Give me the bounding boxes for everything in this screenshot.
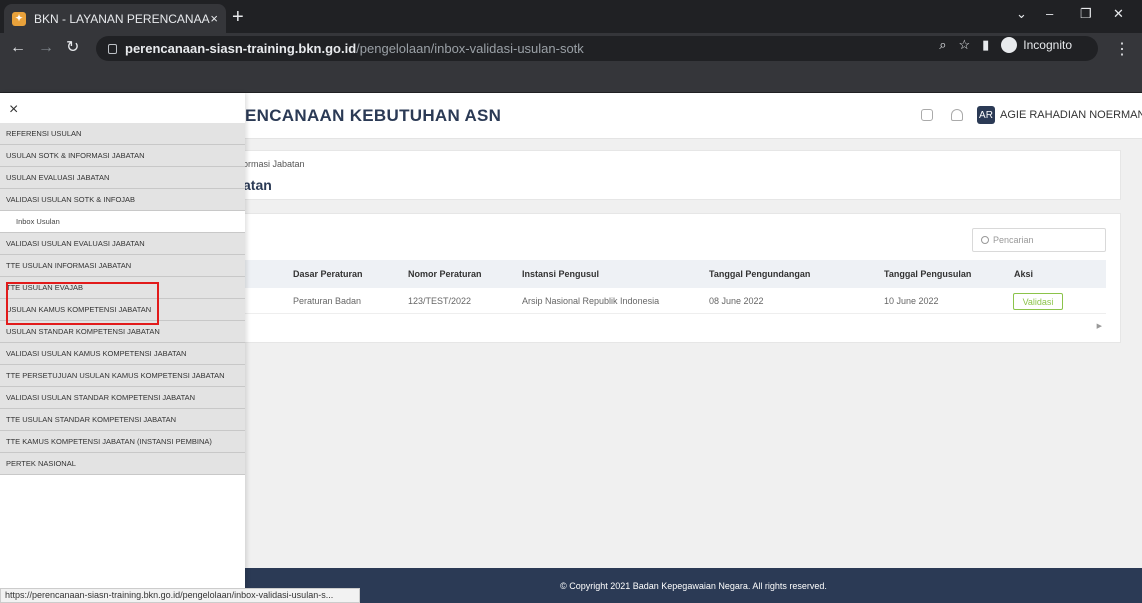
browser-tab-bar: ✦ BKN - LAYANAN PERENCANAAN × + ⌄ – ❐ ✕	[0, 0, 1142, 33]
sidebar-item-tte-standar[interactable]: TTE USULAN STANDAR KOMPETENSI JABATAN	[0, 409, 245, 431]
sidebar-item-tte-kamus-pembina[interactable]: TTE KAMUS KOMPETENSI JABATAN (INSTANSI P…	[0, 431, 245, 453]
validasi-button[interactable]: Validasi	[1013, 293, 1063, 310]
breadcrumb: ormasi Jabatan	[243, 159, 305, 169]
bookmarks-bar	[0, 63, 1142, 93]
incognito-icon	[1001, 37, 1018, 53]
forward-icon[interactable]: →	[38, 39, 54, 57]
browser-menu-icon[interactable]: ⋮	[1114, 39, 1130, 59]
sidebar-item-validasi-sotk[interactable]: VALIDASI USULAN SOTK & INFOJAB	[0, 189, 245, 211]
incognito-label: Incognito	[1023, 38, 1072, 52]
sidebar-item-usulan-evaluasi[interactable]: USULAN EVALUASI JABATAN	[0, 167, 245, 189]
avatar[interactable]: AR	[977, 106, 995, 124]
col-nomor-peraturan[interactable]: Nomor Peraturan	[408, 269, 482, 279]
sidebar-item-usulan-sotk[interactable]: USULAN SOTK & INFORMASI JABATAN	[0, 145, 245, 167]
browser-tab[interactable]: ✦ BKN - LAYANAN PERENCANAAN ×	[4, 4, 226, 33]
incognito-indicator[interactable]: Incognito	[1001, 37, 1072, 53]
col-instansi-pengusul[interactable]: Instansi Pengusul	[522, 269, 599, 279]
col-tanggal-pengundangan[interactable]: Tanggal Pengundangan	[709, 269, 810, 279]
col-tanggal-pengusulan[interactable]: Tanggal Pengusulan	[884, 269, 971, 279]
cell-instansi: Arsip Nasional Republik Indonesia	[522, 295, 660, 306]
tab-title: BKN - LAYANAN PERENCANAAN	[34, 11, 211, 26]
footer: © Copyright 2021 Badan Kepegawaian Negar…	[245, 568, 1142, 603]
tab-search-icon[interactable]: ⌄	[1016, 6, 1027, 22]
sidebar-item-tte-persetujuan-kamus[interactable]: TTE PERSETUJUAN USULAN KAMUS KOMPETENSI …	[0, 365, 245, 387]
table-header: Dasar Peraturan Nomor Peraturan Instansi…	[233, 260, 1106, 288]
bell-icon[interactable]	[951, 109, 963, 121]
sidepanel-icon[interactable]: ▮	[982, 37, 989, 53]
sidebar-item-tte-infojab[interactable]: TTE USULAN INFORMASI JABATAN	[0, 255, 245, 277]
cell-tgl-pengundangan: 08 June 2022	[709, 295, 764, 306]
search-placeholder: Pencarian	[993, 235, 1034, 245]
table-card: Pencarian Dasar Peraturan Nomor Peratura…	[232, 213, 1121, 343]
cell-tgl-pengusulan: 10 June 2022	[884, 295, 939, 306]
minimize-icon[interactable]: –	[1046, 6, 1053, 21]
sidebar-close-icon[interactable]: ×	[9, 101, 18, 119]
sidebar: × REFERENSI USULAN USULAN SOTK & INFORMA…	[0, 93, 245, 603]
chat-icon[interactable]	[921, 109, 933, 121]
toolbar-right-icons: ⌕ ☆ ▮ Incognito	[939, 37, 1072, 53]
back-icon[interactable]: ←	[10, 39, 26, 57]
sidebar-item-validasi-standar[interactable]: VALIDASI USULAN STANDAR KOMPETENSI JABAT…	[0, 387, 245, 409]
breadcrumb-card: ormasi Jabatan atan	[232, 150, 1121, 200]
zoom-icon[interactable]: ⌕	[939, 37, 946, 53]
copyright-text: © Copyright 2021 Badan Kepegawaian Negar…	[560, 580, 827, 591]
sidebar-item-validasi-kamus[interactable]: VALIDASI USULAN KAMUS KOMPETENSI JABATAN	[0, 343, 245, 365]
col-aksi: Aksi	[1014, 269, 1034, 279]
page-title: atan	[243, 177, 272, 193]
cell-nomor: 123/TEST/2022	[408, 295, 472, 306]
new-tab-button[interactable]: +	[232, 6, 244, 28]
lock-icon	[108, 43, 117, 54]
cell-dasar: Peraturan Badan	[293, 295, 362, 306]
search-input[interactable]: Pencarian	[972, 228, 1106, 252]
url-text: perencanaan-siasn-training.bkn.go.id/pen…	[125, 41, 584, 56]
bookmark-star-icon[interactable]: ☆	[958, 37, 970, 53]
header-icons	[921, 109, 963, 121]
tab-close-icon[interactable]: ×	[210, 11, 218, 26]
sidebar-item-validasi-evaluasi[interactable]: VALIDASI USULAN EVALUASI JABATAN	[0, 233, 245, 255]
scroll-right-icon[interactable]: ▶	[1097, 322, 1102, 330]
sidebar-item-pertek-nasional[interactable]: PERTEK NASIONAL	[0, 453, 245, 475]
table-row: Peraturan Badan 123/TEST/2022 Arsip Nasi…	[233, 288, 1106, 314]
bkn-favicon-icon: ✦	[12, 11, 26, 26]
close-window-icon[interactable]: ✕	[1113, 6, 1124, 22]
reload-icon[interactable]: ↻	[66, 39, 79, 57]
status-bar-url: https://perencanaan-siasn-training.bkn.g…	[0, 588, 360, 603]
restore-icon[interactable]: ❐	[1080, 6, 1092, 22]
browser-toolbar: ← → ↻ perencanaan-siasn-training.bkn.go.…	[0, 33, 1142, 63]
search-icon	[981, 236, 989, 244]
app-title: ENCANAAN KEBUTUHAN ASN	[245, 106, 502, 125]
sidebar-item-referensi-usulan[interactable]: REFERENSI USULAN	[0, 123, 245, 145]
col-dasar-peraturan[interactable]: Dasar Peraturan	[293, 269, 363, 279]
highlight-box	[6, 282, 159, 325]
user-menu[interactable]: AGIE RAHADIAN NOERMAN ⌄	[1000, 108, 1142, 121]
sidebar-item-inbox-usulan[interactable]: Inbox Usulan	[0, 211, 245, 233]
